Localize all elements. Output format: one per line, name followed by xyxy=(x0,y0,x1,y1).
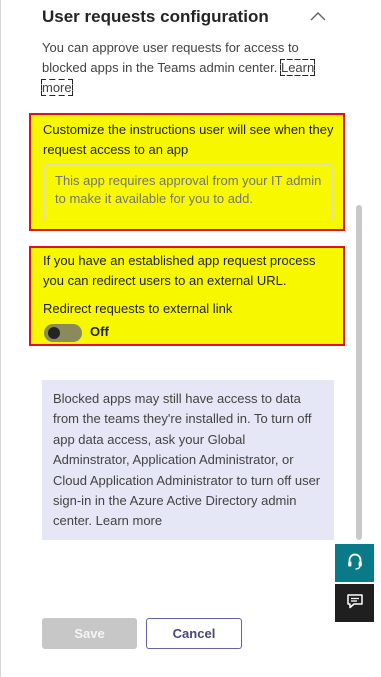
info-text: Blocked apps may still have access to da… xyxy=(53,391,321,529)
info-learn-more-link[interactable]: Learn more xyxy=(96,513,162,528)
scrollbar-thumb[interactable] xyxy=(356,205,362,540)
help-button[interactable] xyxy=(335,544,374,582)
instructions-input[interactable] xyxy=(44,164,333,222)
instructions-highlight-box: Customize the instructions user will see… xyxy=(29,113,345,231)
toggle-state-label: Off xyxy=(90,324,109,339)
description-text: You can approve user requests for access… xyxy=(42,40,299,75)
instructions-label: Customize the instructions user will see… xyxy=(43,122,334,157)
redirect-description: If you have an established app request p… xyxy=(43,253,316,288)
cancel-button[interactable]: Cancel xyxy=(146,618,242,649)
info-message: Blocked apps may still have access to da… xyxy=(42,380,334,540)
redirect-toggle[interactable] xyxy=(44,324,82,342)
feedback-button[interactable] xyxy=(335,584,374,622)
toggle-knob xyxy=(48,327,60,339)
collapse-button[interactable] xyxy=(306,6,330,28)
chevron-up-icon xyxy=(310,8,326,26)
panel-left-border xyxy=(0,0,1,677)
section-description: You can approve user requests for access… xyxy=(40,38,338,98)
feedback-icon xyxy=(346,593,364,614)
headset-icon xyxy=(347,552,363,575)
save-button[interactable]: Save xyxy=(42,618,137,649)
section-title: User requests configuration xyxy=(42,7,269,26)
redirect-highlight-box: If you have an established app request p… xyxy=(29,246,345,346)
redirect-toggle-label: Redirect requests to external link xyxy=(43,301,233,316)
